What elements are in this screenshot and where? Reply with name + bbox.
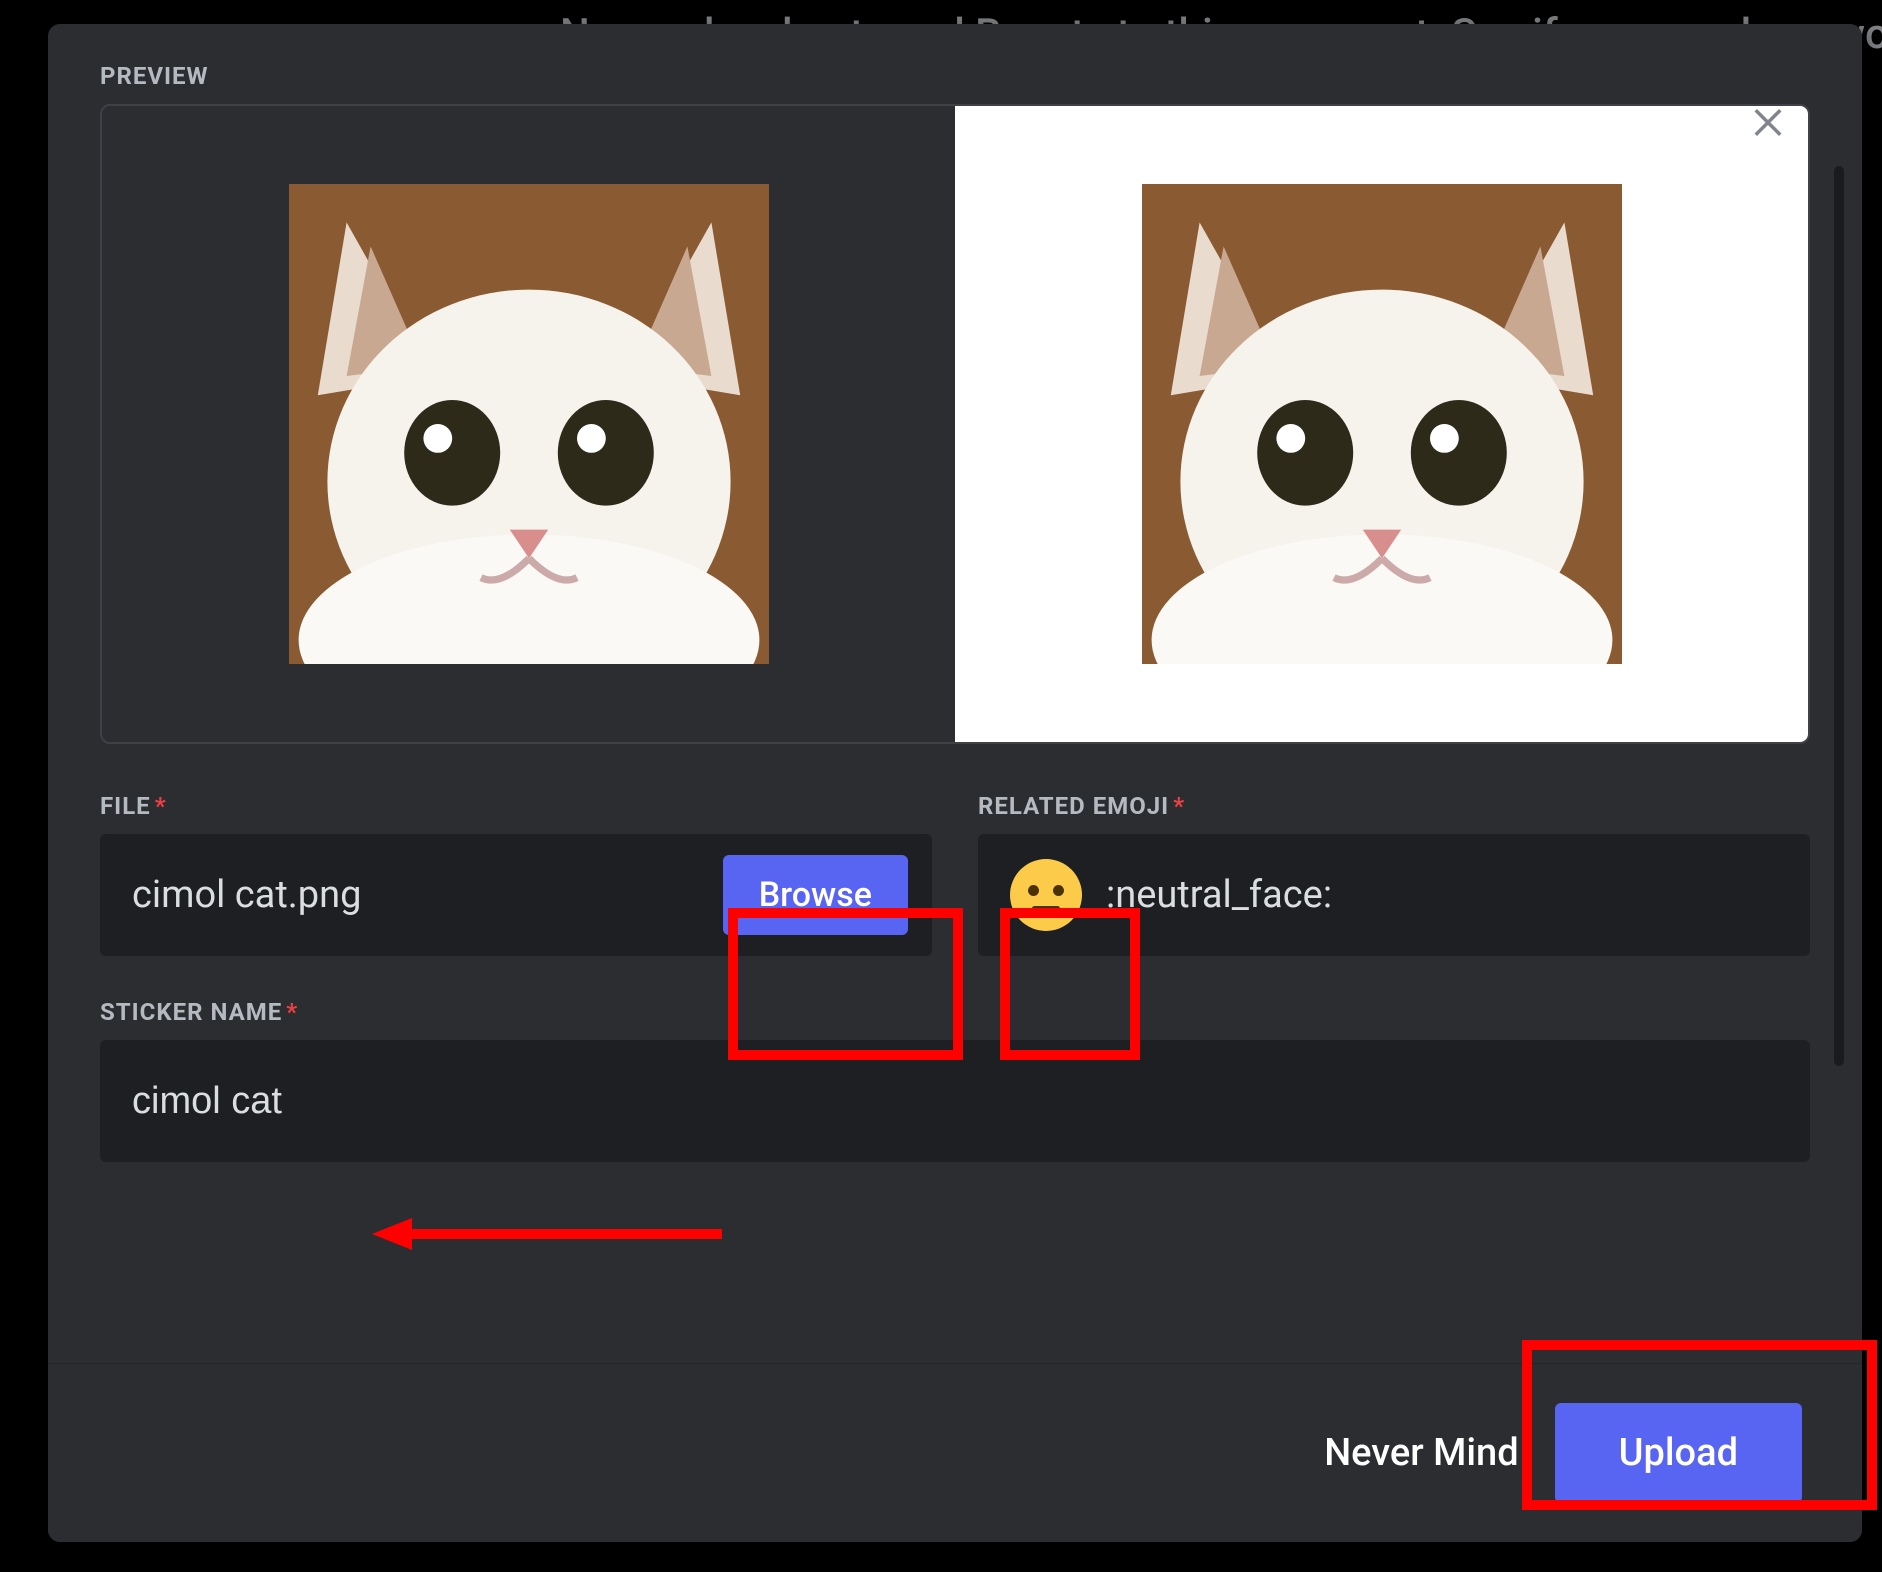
browse-button[interactable]: Browse [723,855,908,935]
emoji-label-text: RELATED EMOJI [978,792,1169,820]
form-grid: FILE* cimol cat.png Browse RELATED EMOJI… [100,792,1810,956]
cat-image-icon [1142,184,1622,664]
modal-body: PREVIEW [48,24,1862,1364]
upload-button[interactable]: Upload [1555,1403,1802,1503]
upload-sticker-modal: PREVIEW [48,24,1862,1542]
file-input-row: cimol cat.png Browse [100,834,932,956]
neutral-face-emoji-icon [1010,859,1082,931]
preview-light [955,106,1808,742]
sticker-name-label: STICKER NAME* [100,998,1810,1026]
sticker-preview-dark [289,184,769,664]
file-label-text: FILE [100,792,151,820]
never-mind-button[interactable]: Never Mind [1324,1431,1518,1475]
close-button[interactable] [1744,96,1792,144]
cat-image-icon [289,184,769,664]
sticker-preview-light [1142,184,1622,664]
emoji-name: :neutral_face: [1106,873,1332,917]
scrollbar[interactable] [1834,166,1844,1066]
modal-footer: Never Mind Upload [48,1364,1862,1542]
preview-label: PREVIEW [100,62,1810,90]
preview-dark [102,106,955,742]
required-star-icon: * [155,792,167,820]
sticker-name-input[interactable] [132,1080,1778,1123]
sticker-name-row [100,1040,1810,1162]
required-star-icon: * [286,998,298,1026]
emoji-picker[interactable]: :neutral_face: [978,834,1810,956]
sticker-name-label-text: STICKER NAME [100,998,282,1026]
file-name-display: cimol cat.png [132,873,703,917]
file-column: FILE* cimol cat.png Browse [100,792,932,956]
required-star-icon: * [1173,792,1185,820]
close-icon [1747,99,1789,141]
emoji-label: RELATED EMOJI* [978,792,1810,820]
preview-row [100,104,1810,744]
emoji-column: RELATED EMOJI* :neutral_face: [978,792,1810,956]
file-label: FILE* [100,792,932,820]
